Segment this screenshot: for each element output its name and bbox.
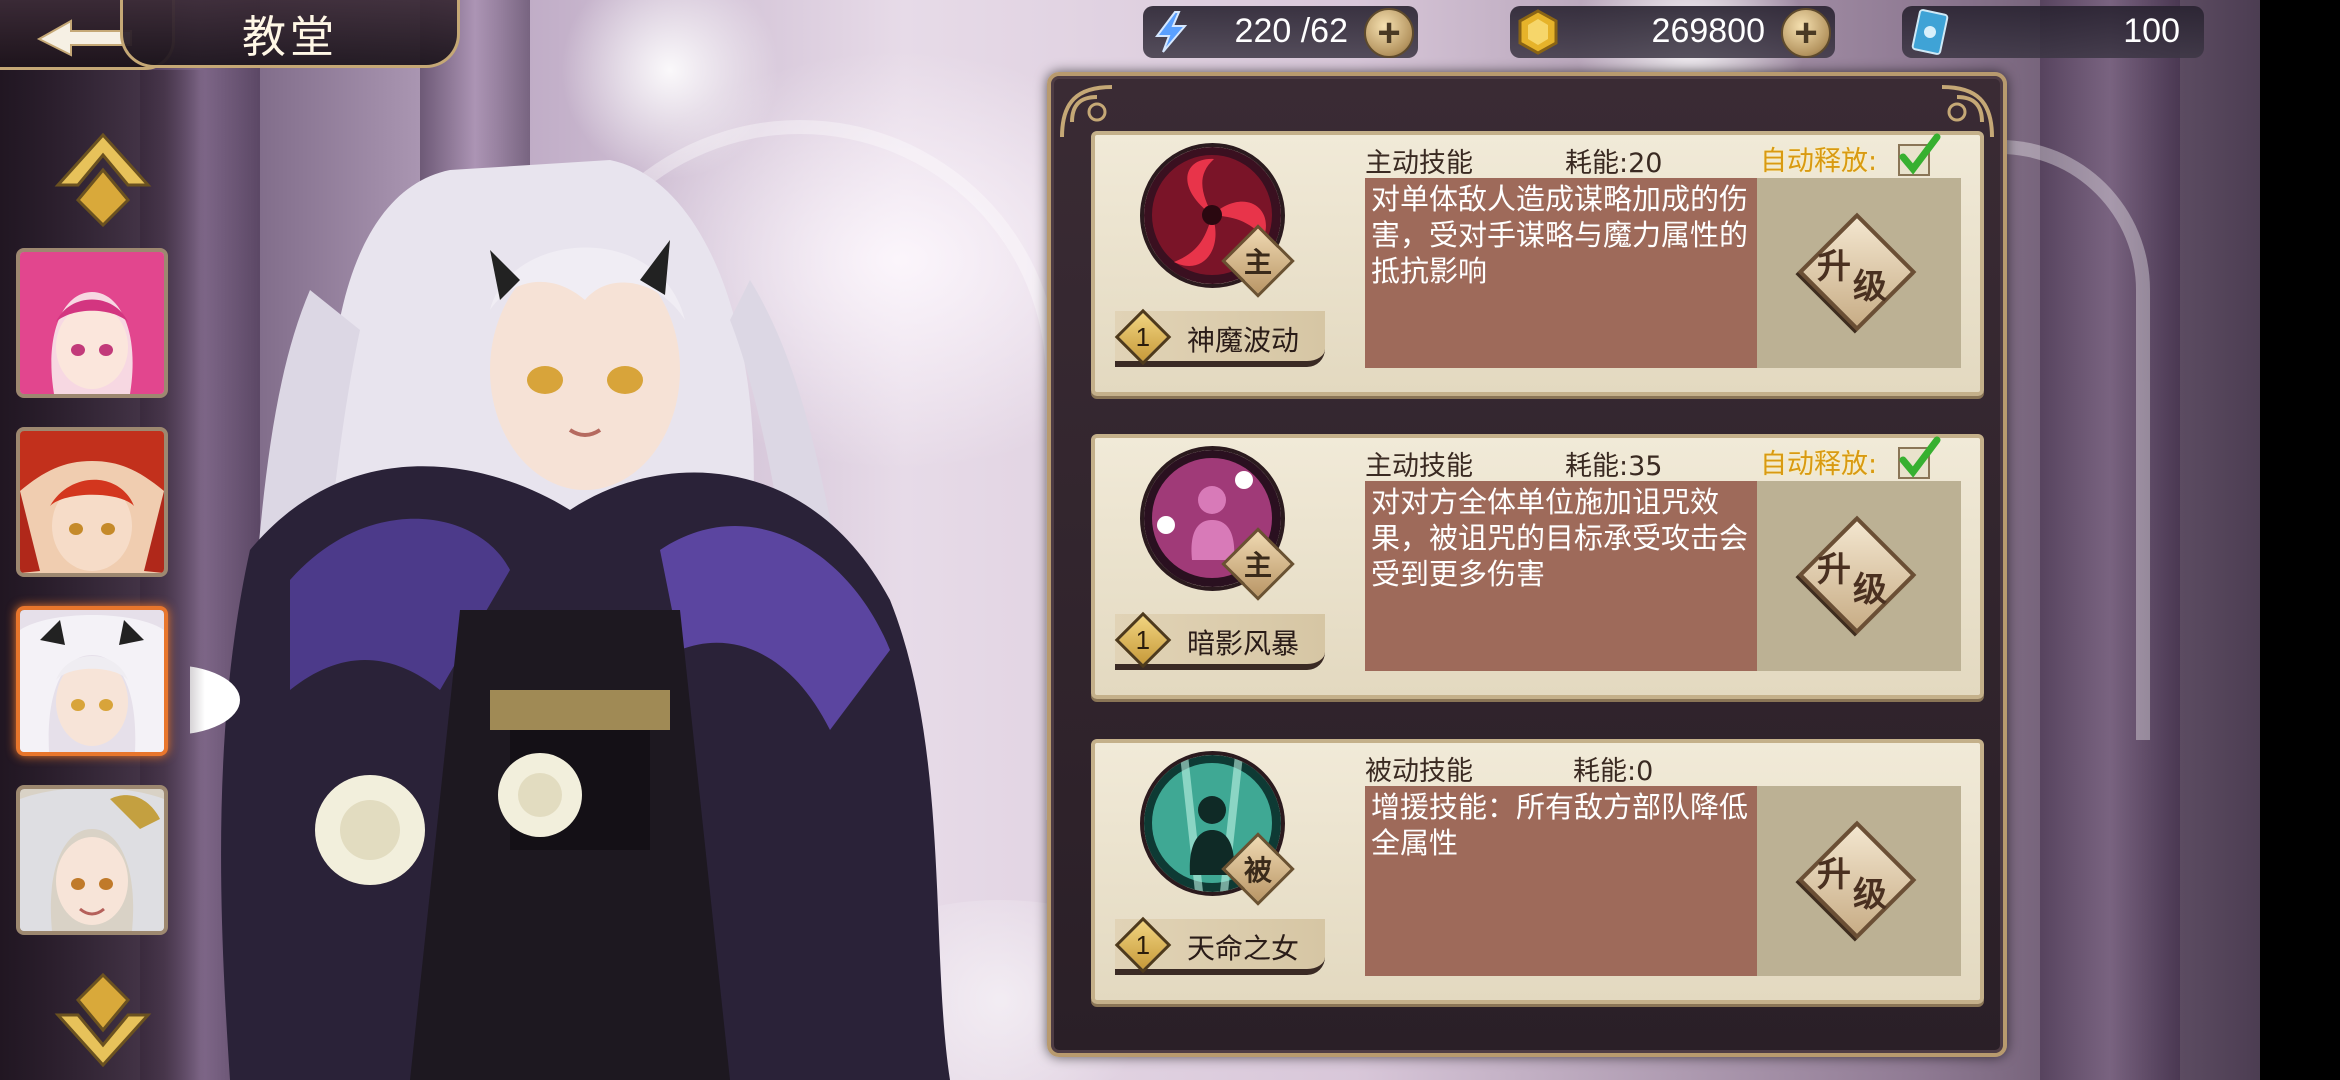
skill-name: 神魔波动	[1187, 324, 1300, 357]
skill-icon-container: 主	[1140, 446, 1295, 601]
skill-level-gem: 1	[1114, 308, 1172, 366]
skill-name-bar: 1 天命之女	[1114, 916, 1325, 975]
energy-value: 220 /62	[1234, 12, 1348, 50]
upgrade-button[interactable]	[1797, 515, 1917, 635]
hero-portrait-white-hair[interactable]	[16, 606, 168, 756]
skill-type: 主动技能	[1365, 451, 1473, 482]
upgrade-area: 升级	[1757, 481, 1961, 671]
gold-value: 269800	[1651, 12, 1765, 50]
auto-cast-label: 自动释放:	[1760, 449, 1878, 480]
add-gold-button[interactable]: +	[1781, 8, 1831, 58]
skill-name-bar: 1 暗影风暴	[1114, 611, 1325, 670]
screen-edge	[2260, 0, 2340, 1080]
skill-level-gem: 1	[1114, 916, 1172, 974]
hero-portrait-red-hair[interactable]	[16, 427, 168, 577]
skill-description: 对对方全体单位施加诅咒效果，被诅咒的目标承受攻击会受到更多伤害	[1365, 481, 1757, 671]
skill-cost: 耗能:20	[1565, 148, 1663, 179]
skill-cost: 耗能:0	[1573, 756, 1654, 787]
ticket-value: 100	[2123, 12, 2180, 50]
skill-card: 被 1 天命之女 被动技能 耗能:0 增援技能：所有敌方部队降低全属性 升级	[1091, 739, 1984, 1004]
skill-name: 天命之女	[1187, 932, 1300, 965]
skill-cost: 耗能:35	[1565, 451, 1663, 482]
skill-type: 主动技能	[1365, 148, 1473, 179]
skill-level-gem: 1	[1114, 611, 1172, 669]
hero-portrait-silver-hair[interactable]	[16, 785, 168, 935]
skill-icon-container: 被	[1140, 751, 1295, 906]
auto-cast-checkmark-icon[interactable]	[1895, 436, 1941, 480]
scroll-up-arrow-icon[interactable]	[48, 130, 158, 230]
add-energy-button[interactable]: +	[1364, 8, 1414, 58]
card-ticket-icon	[1911, 9, 1949, 55]
hero-selector	[0, 70, 205, 1080]
hero-portrait-pink-hair[interactable]	[16, 248, 168, 398]
scroll-down-arrow-icon[interactable]	[48, 970, 158, 1070]
skill-description: 对单体敌人造成谋略加成的伤害，受对手谋略与魔力属性的抵抗影响	[1365, 178, 1757, 368]
skill-name: 暗影风暴	[1187, 627, 1300, 660]
lightning-icon	[1155, 11, 1188, 53]
auto-cast-checkmark-icon[interactable]	[1895, 133, 1941, 177]
character-illustration	[190, 160, 950, 1080]
skill-card: 主 1 暗影风暴 主动技能 耗能:35 自动释放: 对对方全体单位施加诅咒效果，…	[1091, 434, 1984, 699]
ticket-bar: 100	[1902, 6, 2204, 58]
energy-bar: 220 /62 +	[1143, 6, 1418, 58]
upgrade-button[interactable]	[1797, 820, 1917, 940]
gold-coin-icon	[1518, 9, 1558, 55]
skill-icon-container: 主	[1140, 143, 1295, 298]
auto-cast-label: 自动释放:	[1760, 146, 1878, 177]
skill-panel: 主 1 神魔波动 主动技能 耗能:20 自动释放: 对单体敌人造成谋略加成的伤害…	[1047, 72, 2007, 1057]
upgrade-area: 升级	[1757, 786, 1961, 976]
page-title: 教堂	[242, 11, 338, 63]
gold-bar: 269800 +	[1510, 6, 1835, 58]
skill-description: 增援技能：所有敌方部队降低全属性	[1365, 786, 1757, 976]
skill-card: 主 1 神魔波动 主动技能 耗能:20 自动释放: 对单体敌人造成谋略加成的伤害…	[1091, 131, 1984, 396]
title-bar: 教堂	[120, 0, 460, 68]
upgrade-area: 升级	[1757, 178, 1961, 368]
skill-type: 被动技能	[1365, 756, 1473, 787]
upgrade-button[interactable]	[1797, 212, 1917, 332]
pink-hair-hero-icon	[20, 252, 164, 394]
red-hair-hero-icon	[20, 431, 164, 573]
white-hair-hero-icon	[20, 610, 164, 752]
silver-hair-hero-icon	[20, 789, 164, 931]
skill-name-bar: 1 神魔波动	[1114, 308, 1325, 367]
